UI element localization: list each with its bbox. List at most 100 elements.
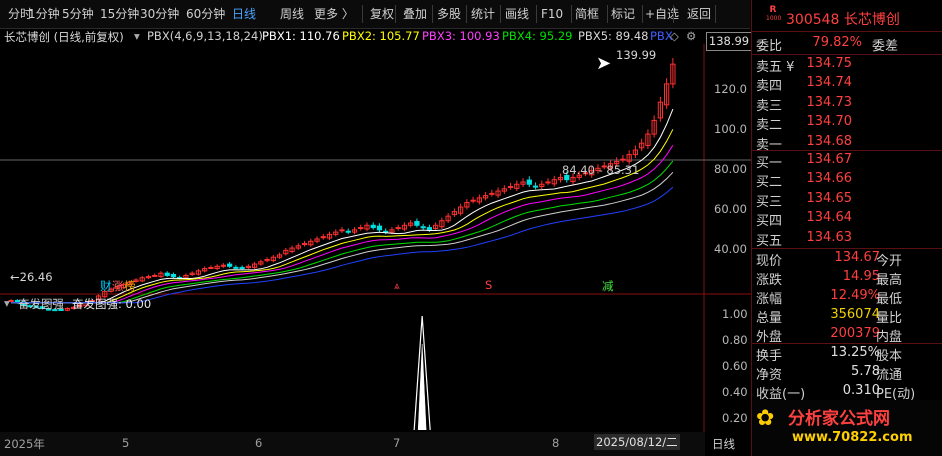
bid-row[interactable]: 买二 134.66 bbox=[756, 171, 936, 191]
candle bbox=[489, 192, 495, 195]
price-chart[interactable] bbox=[0, 44, 752, 432]
y-tick: 120.0 bbox=[714, 82, 747, 96]
toolbar-separator bbox=[362, 5, 363, 23]
toolbar-item-12[interactable]: 统计 bbox=[471, 6, 495, 23]
current-price-axis-label: 138.99 bbox=[706, 32, 752, 51]
candle bbox=[208, 266, 214, 269]
toolbar-item-1[interactable]: 1分钟 bbox=[28, 6, 60, 23]
toolbar-separator bbox=[642, 5, 643, 23]
toolbar-separator bbox=[715, 5, 716, 23]
settings-icon[interactable]: ⚙ bbox=[686, 29, 696, 43]
divider bbox=[752, 54, 942, 55]
candle bbox=[426, 227, 433, 231]
candle bbox=[152, 274, 158, 277]
candle bbox=[470, 199, 476, 202]
ask-label: 卖三 bbox=[756, 98, 783, 114]
stat-row: 涨跌 14.95 最高 bbox=[756, 269, 936, 289]
sub-dropdown-icon[interactable]: ▾ bbox=[4, 296, 10, 310]
stat-row: 现价 134.67 今开 bbox=[756, 250, 936, 270]
collapse-icon[interactable]: ◇ bbox=[670, 29, 679, 43]
indicator-name[interactable]: PBX(4,6,9,13,18,24) bbox=[147, 29, 263, 43]
ask-row[interactable]: 卖三 134.73 bbox=[756, 95, 936, 115]
date-label: 8 bbox=[552, 436, 560, 450]
ask-label: 卖五 ¥ bbox=[756, 60, 795, 75]
toolbar-item-13[interactable]: 画线 bbox=[505, 6, 529, 23]
bid-row[interactable]: 买三 134.65 bbox=[756, 191, 936, 211]
pbx-line-1 bbox=[11, 108, 674, 304]
period-label[interactable]: 日线 bbox=[712, 436, 735, 452]
bid-row[interactable]: 买五 134.63 bbox=[756, 230, 936, 250]
toolbar-separator bbox=[432, 5, 433, 23]
bid-row[interactable]: 买一 134.67 bbox=[756, 152, 936, 172]
toolbar-item-10[interactable]: 叠加 bbox=[403, 6, 427, 23]
stat-value: 0.310 bbox=[842, 383, 880, 398]
toolbar-item-18[interactable]: 返回 bbox=[687, 6, 711, 23]
event-marker-zhang[interactable]: 涨 bbox=[112, 278, 124, 294]
divider bbox=[752, 31, 942, 32]
y-tick: 40.00 bbox=[714, 242, 747, 256]
toolbar-item-7[interactable]: 周线 bbox=[280, 6, 304, 23]
y-tick: 100.0 bbox=[714, 122, 747, 136]
candle bbox=[395, 227, 401, 230]
sub-y-tick: 0.60 bbox=[722, 359, 748, 373]
bid-row[interactable]: 买四 134.64 bbox=[756, 210, 936, 230]
stat-row: 净资 5.78 流通 bbox=[756, 364, 936, 384]
toolbar-item-9[interactable]: 复权 bbox=[370, 6, 394, 23]
ask-price: 134.75 bbox=[806, 56, 853, 71]
toolbar-item-5[interactable]: 60分钟 bbox=[186, 6, 225, 23]
toolbar-item-3[interactable]: 15分钟 bbox=[100, 6, 139, 23]
stock-code-name: 300548 长芯博创 bbox=[786, 12, 900, 28]
ask-row[interactable]: 卖四 134.74 bbox=[756, 75, 936, 95]
stat-row: 换手 13.25% 股本 bbox=[756, 345, 936, 365]
event-marker-cai[interactable]: 财 bbox=[100, 278, 112, 294]
watermark: ✿ 分析家公式网 www.70822.com bbox=[752, 400, 942, 456]
stat-value: 356074 bbox=[830, 307, 880, 322]
candle bbox=[620, 158, 626, 161]
toolbar-separator bbox=[673, 5, 674, 23]
stat-label: 涨跌 bbox=[756, 273, 783, 288]
candle bbox=[545, 181, 551, 184]
stat-label-2: 流通 bbox=[876, 368, 903, 383]
stat-value: 134.67 bbox=[834, 250, 881, 265]
toolbar-item-6[interactable]: 日线 bbox=[232, 6, 256, 23]
stat-value: 14.95 bbox=[842, 269, 880, 284]
toolbar-item-14[interactable]: F10 bbox=[541, 6, 563, 23]
pbx5-value: PBX5: 89.48 bbox=[578, 29, 649, 43]
candle bbox=[233, 266, 239, 269]
sub-indicator-name[interactable]: 奋发图强 bbox=[18, 296, 64, 312]
sub-y-tick: 0.20 bbox=[722, 411, 748, 425]
stat-label-2: 最高 bbox=[876, 273, 903, 288]
sub-y-tick: 0.80 bbox=[722, 333, 748, 347]
sub-y-tick: 1.00 bbox=[722, 307, 748, 321]
ask-price: 134.70 bbox=[806, 114, 853, 130]
watermark-title: 分析家公式网 bbox=[788, 409, 890, 429]
stat-label: 现价 bbox=[756, 254, 783, 269]
ask-row[interactable]: 卖二 134.70 bbox=[756, 114, 936, 134]
bid-label: 买一 bbox=[756, 156, 783, 171]
range-label: 84.40 - 85.31 bbox=[562, 163, 640, 177]
candle bbox=[532, 185, 539, 188]
toolbar-item-16[interactable]: 标记 bbox=[611, 6, 635, 23]
bid-price: 134.64 bbox=[806, 210, 853, 226]
toolbar-item-2[interactable]: 5分钟 bbox=[62, 6, 94, 23]
mouse-cursor-icon: ➤ bbox=[596, 53, 612, 74]
toolbar-item-4[interactable]: 30分钟 bbox=[140, 6, 179, 23]
stat-label-2: 量比 bbox=[876, 311, 903, 326]
toolbar-item-15[interactable]: 简框 bbox=[575, 6, 599, 23]
toolbar-separator bbox=[571, 5, 572, 23]
event-marker-jian[interactable]: 减 bbox=[602, 278, 614, 294]
toolbar-item-8[interactable]: 更多 〉 bbox=[314, 6, 354, 23]
event-marker-s[interactable]: S bbox=[485, 278, 492, 292]
candle bbox=[370, 224, 376, 229]
date-label: 6 bbox=[255, 436, 263, 450]
ask-row[interactable]: 卖五 ¥ 134.75 bbox=[756, 56, 936, 76]
toolbar-item-11[interactable]: 多股 bbox=[437, 6, 461, 23]
stat-value: 12.49% bbox=[830, 288, 880, 303]
indicator-dropdown-icon[interactable]: ▾ bbox=[134, 29, 140, 43]
stat-value: 200379 bbox=[830, 326, 880, 341]
event-marker-bang[interactable]: 榜 bbox=[124, 278, 136, 294]
candle bbox=[339, 229, 345, 232]
candle bbox=[164, 272, 170, 276]
bid-price: 134.66 bbox=[806, 171, 853, 187]
event-marker-arrow-icon[interactable]: ⩓ bbox=[394, 281, 400, 292]
